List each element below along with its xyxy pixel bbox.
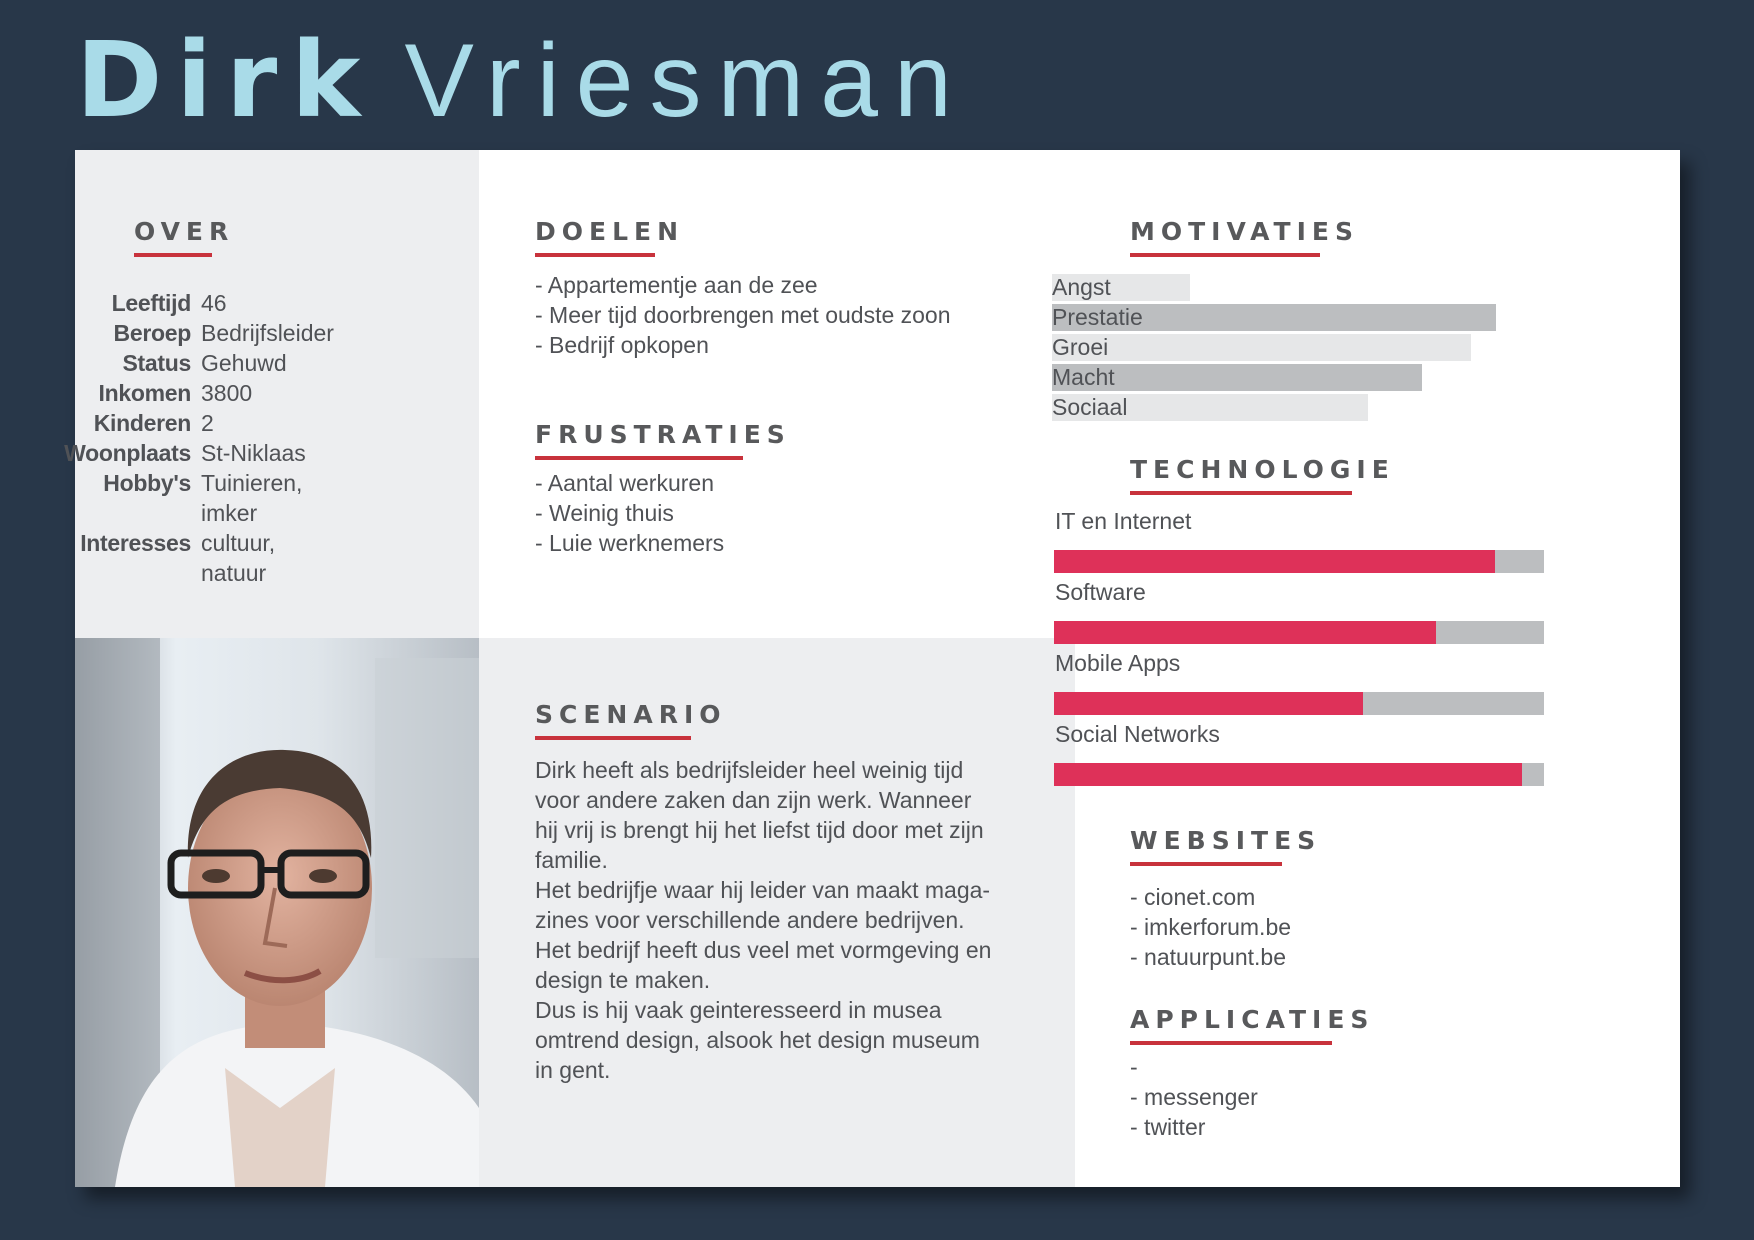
- scenario-text: Dirk heeft als bedrijfsleider heel weini…: [535, 755, 995, 1085]
- technology-bar-fill: [1054, 692, 1363, 715]
- about-label: Inkomen: [98, 380, 192, 406]
- about-value: cultuur, natuur: [201, 530, 276, 586]
- scenario-paragraph: Het bedrijfje waar hij leider van maakt …: [535, 877, 991, 933]
- motivation-label: Sociaal: [1052, 394, 1128, 420]
- technology-bar-track: [1054, 550, 1544, 573]
- motivation-label: Prestatie: [1052, 304, 1143, 330]
- list-item: -: [1130, 1054, 1138, 1080]
- about-value: 46: [201, 290, 227, 316]
- persona-first-name: Dirk: [76, 19, 375, 141]
- list-item: - imkerforum.be: [1130, 914, 1292, 940]
- applications-title: APPLICATIES: [1130, 1005, 1375, 1034]
- about-label: Status: [122, 350, 192, 376]
- list-item: - Aantal werkuren: [535, 470, 714, 496]
- about-label: Leeftijd: [111, 290, 192, 316]
- technology-label: Mobile Apps: [1055, 650, 1181, 676]
- motivations-title-underline: [1130, 253, 1320, 257]
- scenario-paragraph: Dus is hij vaak geinteresseerd in musea …: [535, 997, 980, 1083]
- persona-last-name: Vriesman: [404, 23, 968, 139]
- technology-bar-track: [1054, 763, 1544, 786]
- list-item: - natuurpunt.be: [1130, 944, 1287, 970]
- goals-title: DOELEN: [535, 217, 685, 246]
- list-item: - twitter: [1130, 1114, 1206, 1140]
- websites-list: - cionet.com - imkerforum.be - natuurpun…: [1130, 882, 1291, 972]
- about-label: Woonplaats: [64, 440, 191, 466]
- technology-label: Software: [1055, 579, 1146, 605]
- frustrations-title: FRUSTRATIES: [535, 420, 791, 449]
- technology-bar-track: [1054, 692, 1544, 715]
- technology-label: IT en Internet: [1055, 508, 1192, 534]
- applications-title-underline: [1130, 1041, 1332, 1045]
- list-item: - Bedrijf opkopen: [535, 332, 709, 358]
- about-value: 2: [201, 410, 214, 436]
- motivation-bar: [1052, 334, 1471, 361]
- technology-bar-fill: [1054, 621, 1436, 644]
- about-value: Tuinieren, imker: [201, 470, 303, 526]
- technology-label: Social Networks: [1055, 721, 1220, 747]
- about-details: Leeftijd 46 Beroep Bedrijfsleider Status Gehu…: [55, 288, 361, 588]
- list-item: - cionet.com: [1130, 884, 1256, 910]
- about-title: OVER: [134, 217, 235, 246]
- about-title-underline: [134, 253, 212, 257]
- websites-title: WEBSITES: [1130, 826, 1322, 855]
- technology-bar-fill: [1054, 763, 1522, 786]
- motivation-label: Macht: [1052, 364, 1115, 390]
- scenario-title: SCENARIO: [535, 700, 727, 729]
- portrait-image: [75, 638, 479, 1187]
- persona-name: Dirk Vriesman: [76, 18, 968, 144]
- about-value: St-Niklaas: [201, 440, 306, 466]
- websites-title-underline: [1130, 862, 1282, 866]
- list-item: - Weinig thuis: [535, 500, 674, 526]
- technology-title-underline: [1130, 491, 1352, 495]
- about-label: Beroep: [113, 320, 192, 346]
- goals-title-underline: [535, 253, 655, 257]
- list-item: - Luie werknemers: [535, 530, 725, 556]
- about-label: Hobby's: [103, 470, 191, 496]
- scenario-title-underline: [535, 736, 691, 740]
- scenario-paragraph: Dirk heeft als bedrijfsleider heel weini…: [535, 757, 984, 873]
- about-label: Kinderen: [93, 410, 192, 436]
- about-label: Interesses: [80, 530, 191, 556]
- list-item: - Appartementje aan de zee: [535, 272, 818, 298]
- motivations-title: MOTIVATIES: [1130, 217, 1359, 246]
- about-value: Bedrijfsleider: [201, 320, 334, 346]
- list-item: - messenger: [1130, 1084, 1258, 1110]
- motivation-label: Angst: [1052, 274, 1111, 300]
- scenario-paragraph: Het bedrijf heeft dus veel met vormgevin…: [535, 937, 992, 993]
- technology-title: TECHNOLOGIE: [1130, 455, 1395, 484]
- about-value: Gehuwd: [201, 350, 287, 376]
- frustrations-list: - Aantal werkuren - Weinig thuis - Luie …: [535, 468, 724, 558]
- about-value: 3800: [201, 380, 253, 406]
- technology-bar-fill: [1054, 550, 1495, 573]
- motivation-label: Groei: [1052, 334, 1109, 360]
- persona-photo: [75, 638, 479, 1187]
- technology-bar-track: [1054, 621, 1544, 644]
- applications-list: - - messenger - twitter: [1130, 1052, 1258, 1142]
- list-item: - Meer tijd doorbrengen met oudste zoon: [535, 302, 951, 328]
- goals-list: - Appartementje aan de zee - Meer tijd d…: [535, 270, 951, 360]
- frustrations-title-underline: [535, 456, 743, 460]
